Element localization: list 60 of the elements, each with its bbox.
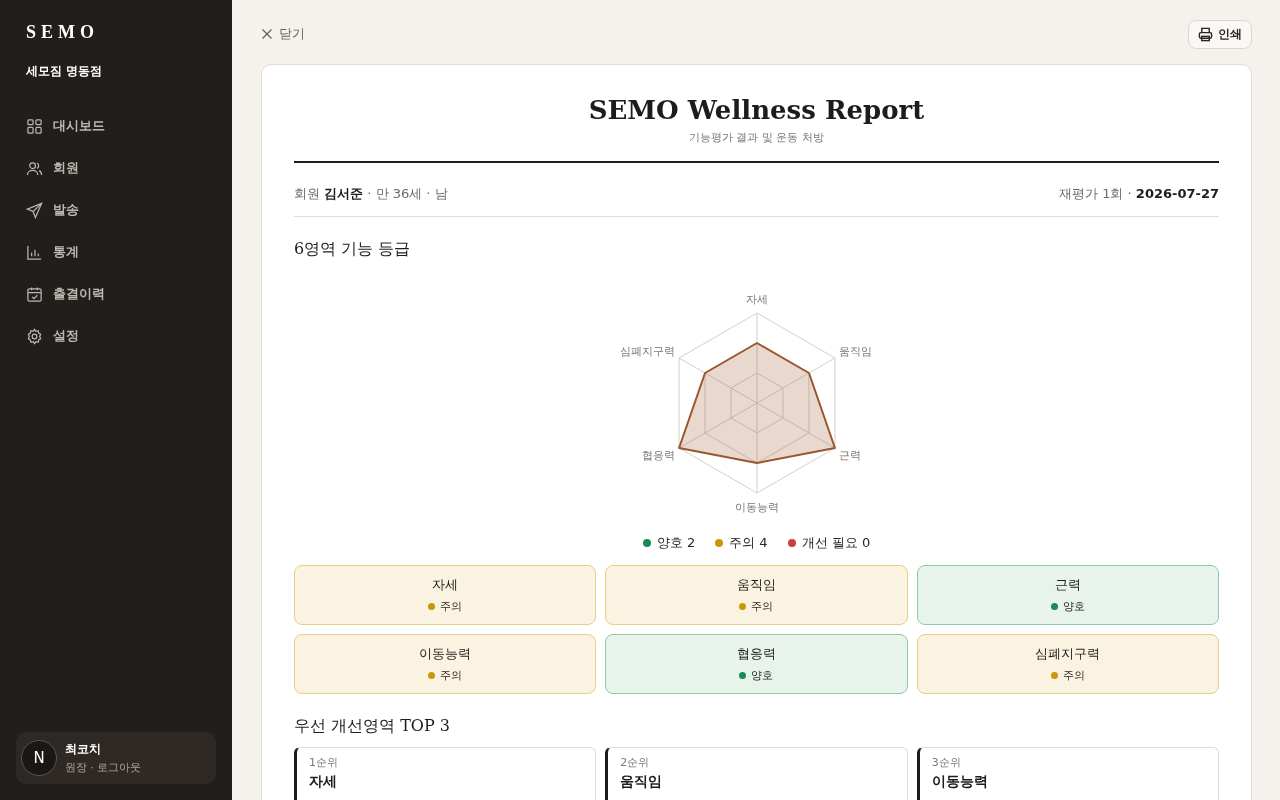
- nav-item[interactable]: 회원: [16, 150, 216, 186]
- area-name: 이동능력: [931, 773, 989, 791]
- grade-dot: [739, 603, 747, 610]
- area-name: 움직임: [737, 576, 776, 594]
- grade-label: 주의: [1062, 668, 1085, 683]
- close-button[interactable]: 닫기: [261, 25, 305, 43]
- area-name: 근력: [1054, 576, 1081, 594]
- report-subtitle: 기능평가 결과 및 운동 처방: [688, 130, 825, 145]
- send-icon: [26, 201, 43, 219]
- rank-label: 2순위: [620, 755, 651, 770]
- grade-dot: [739, 672, 747, 679]
- grade-dot: [1050, 603, 1058, 610]
- rank-label: 1순위: [309, 755, 339, 770]
- legend-label: 양호 2: [656, 534, 696, 552]
- session-info: 재평가 1회 · 2026-07-27: [1059, 185, 1219, 203]
- grade-dot: [1050, 672, 1058, 679]
- grade-label: 주의: [751, 599, 774, 614]
- area-name: 협응력: [737, 645, 776, 663]
- section-title: 우선 개선영역 TOP 3: [294, 716, 451, 737]
- grade-dot: [428, 672, 436, 679]
- area-name: 심폐지구력: [1035, 645, 1101, 663]
- axis-label: 움직임: [838, 345, 872, 358]
- grid-icon: [26, 117, 43, 135]
- section-title: 6영역 기능 등급: [294, 239, 412, 260]
- nav-item[interactable]: 발송: [16, 192, 216, 228]
- rank-label: 3순위: [931, 755, 962, 770]
- nav-item[interactable]: 통계: [16, 234, 216, 270]
- area-name: 자세: [432, 576, 459, 594]
- axis-label: 협응력: [641, 449, 675, 462]
- chart-icon: [26, 243, 43, 261]
- axis-label: 이동능력: [734, 501, 779, 514]
- axis-label: 심폐지구력: [619, 345, 675, 358]
- branch-name: 세모짐 명동점: [25, 63, 104, 80]
- calendar-icon: [26, 285, 43, 303]
- user-name: 최코치: [65, 741, 102, 758]
- report-title: SEMO Wellness Report: [587, 95, 926, 125]
- grade-label: 주의: [440, 668, 463, 683]
- legend-label: 주의 4: [729, 534, 768, 552]
- nav-item[interactable]: 대시보드: [16, 108, 216, 144]
- grade-label: 양호: [751, 668, 774, 683]
- users-icon: [26, 159, 43, 177]
- area-name: 이동능력: [419, 645, 472, 663]
- avatar: N: [21, 740, 57, 776]
- area-name: 움직임: [620, 773, 664, 791]
- member-info: 회원 김서준 · 만 36세 · 남: [294, 185, 448, 203]
- area-name: 자세: [309, 773, 338, 791]
- nav-item[interactable]: 설정: [16, 318, 216, 354]
- axis-label: 자세: [745, 293, 768, 306]
- print-button[interactable]: 인쇄: [1188, 19, 1252, 49]
- settings-icon: [26, 327, 43, 345]
- grade-label: 주의: [440, 599, 463, 614]
- printer-icon: [1198, 26, 1213, 42]
- legend-label: 개선 필요 0: [801, 534, 871, 552]
- close-icon: [261, 28, 273, 40]
- axis-label: 근력: [838, 449, 861, 462]
- grade-dot: [428, 603, 436, 610]
- nav-item[interactable]: 출결이력: [16, 276, 216, 312]
- logo: SEMO: [25, 22, 100, 43]
- grade-label: 양호: [1062, 599, 1085, 614]
- user-role[interactable]: 원장 · 로그아웃: [65, 760, 142, 775]
